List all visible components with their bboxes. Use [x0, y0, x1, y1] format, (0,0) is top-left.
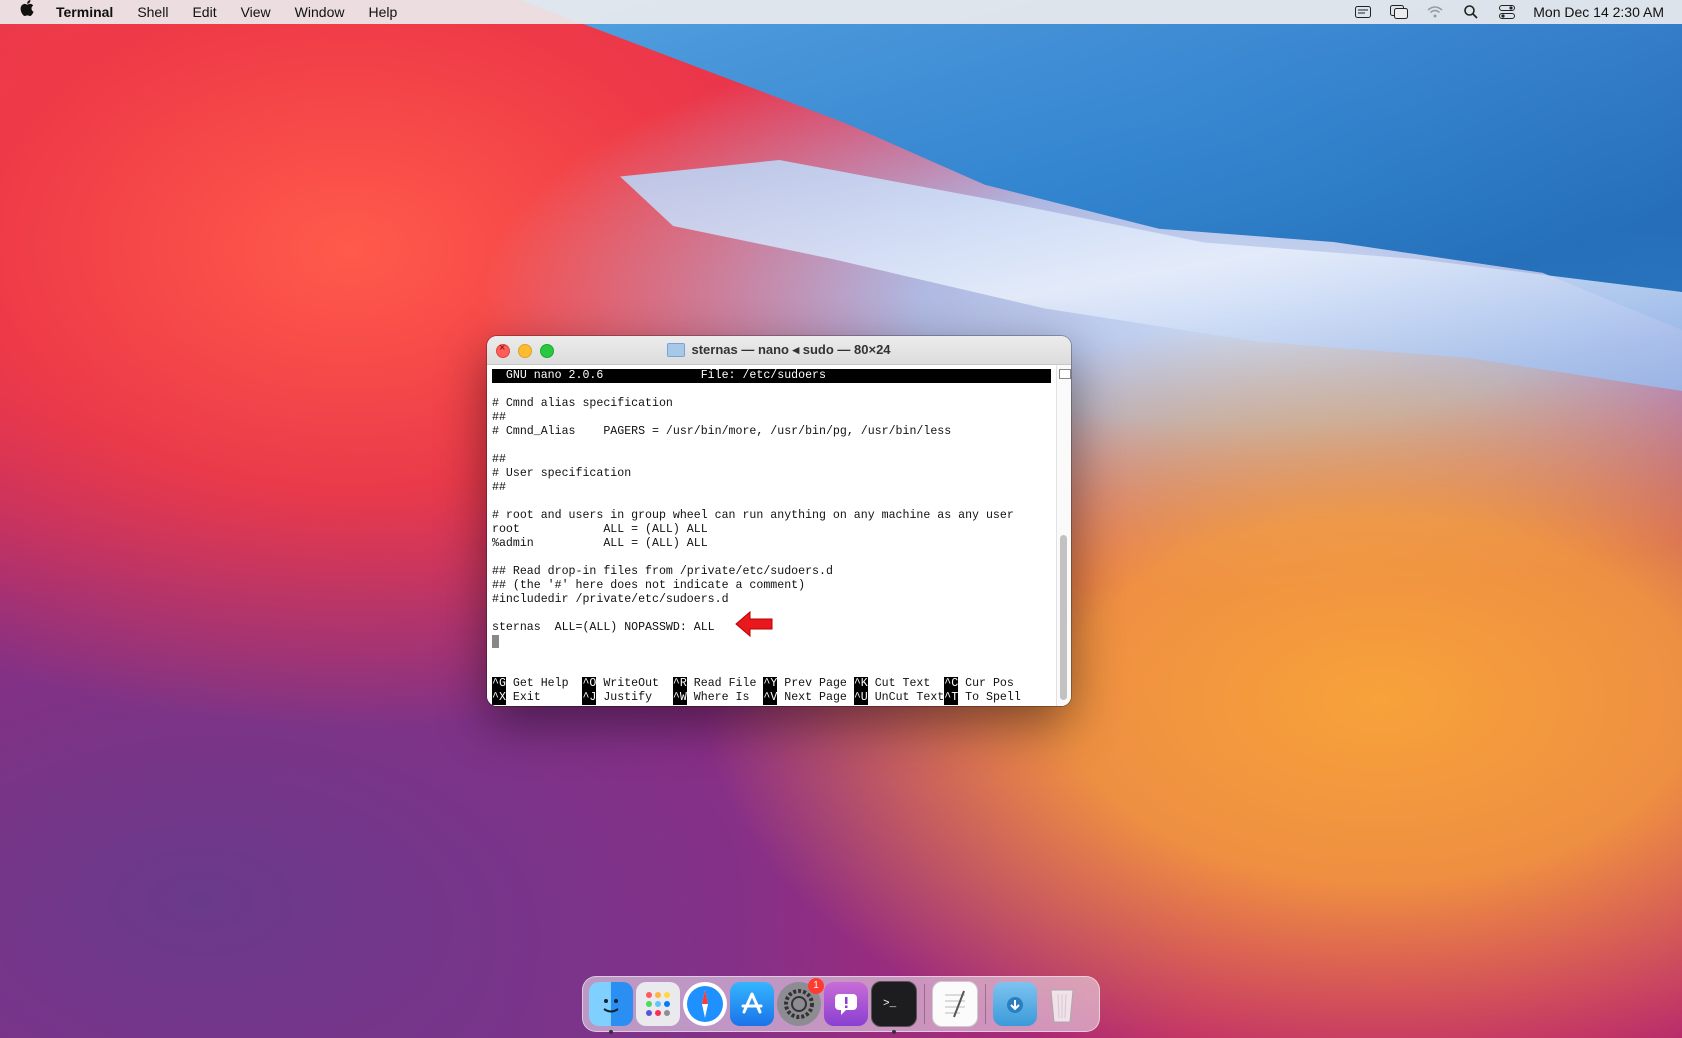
window-titlebar[interactable]: sternas — nano ◂ sudo — 80×24	[487, 336, 1071, 365]
screen-mirroring-icon[interactable]	[1381, 0, 1417, 24]
nano-header: GNU nano 2.0.6 File: /etc/sudoers	[492, 369, 1051, 383]
split-pane-button[interactable]	[1059, 369, 1071, 379]
window-title: sternas — nano ◂ sudo — 80×24	[691, 342, 891, 357]
apple-menu-icon[interactable]	[0, 0, 44, 24]
text-cursor	[492, 635, 499, 648]
shortcut-label: Where Is	[686, 691, 764, 704]
close-window-button[interactable]	[496, 342, 510, 358]
feedback-assistant-icon[interactable]	[824, 982, 868, 1026]
svg-text:>_: >_	[883, 998, 897, 1010]
shortcut-label: Prev Page	[777, 677, 854, 690]
dock-separator	[924, 984, 925, 1024]
editor-line: ##	[492, 453, 506, 466]
nano-shortcuts-row-1: ^G Get Help ^O WriteOut ^R Read File ^Y …	[492, 677, 1051, 691]
spotlight-search-icon[interactable]	[1453, 0, 1489, 24]
downloads-icon[interactable]	[993, 982, 1037, 1026]
editor-line: ##	[492, 481, 506, 494]
editor-line: # root and users in group wheel can run …	[492, 509, 1014, 522]
editor-line: ## (the '#' here does not indicate a com…	[492, 579, 806, 592]
notification-badge: 1	[808, 978, 824, 994]
dock: 1 >_	[582, 976, 1100, 1034]
shortcut-key: ^J	[582, 691, 597, 705]
folder-icon	[667, 343, 686, 357]
finder-icon[interactable]	[589, 982, 633, 1034]
terminal-content[interactable]: GNU nano 2.0.6 File: /etc/sudoers # Cmnd…	[487, 365, 1071, 706]
textedit-icon[interactable]	[932, 981, 978, 1027]
shortcut-label: Read File	[686, 677, 764, 690]
menu-clock[interactable]: Mon Dec 14 2:30 AM	[1525, 4, 1682, 20]
editor-line: # Cmnd_Alias PAGERS = /usr/bin/more, /us…	[492, 425, 952, 438]
system-preferences-icon[interactable]: 1	[777, 978, 824, 1026]
terminal-window: sternas — nano ◂ sudo — 80×24 GNU nano 2…	[487, 336, 1071, 706]
editor-line: ## Read drop-in files from /private/etc/…	[492, 565, 833, 578]
shortcut-key: ^T	[944, 691, 959, 705]
scrollbar-thumb[interactable]	[1060, 535, 1067, 700]
editor-line: # Cmnd alias specification	[492, 397, 673, 410]
app-store-icon[interactable]	[730, 982, 774, 1026]
menu-bar: Terminal Shell Edit View Window Help Mon…	[0, 0, 1682, 24]
shortcut-key: ^O	[582, 677, 597, 691]
launchpad-icon[interactable]	[636, 982, 680, 1026]
control-center-icon[interactable]	[1489, 0, 1525, 24]
shortcut-key: ^G	[492, 677, 506, 691]
safari-icon[interactable]	[683, 982, 727, 1026]
zoom-window-button[interactable]	[540, 344, 554, 358]
editor-line: root ALL = (ALL) ALL	[492, 523, 708, 536]
shortcut-label: Exit	[505, 691, 583, 704]
terminal-icon[interactable]: >_	[871, 981, 917, 1034]
menu-window[interactable]: Window	[283, 0, 357, 24]
shortcut-key: ^K	[853, 677, 868, 691]
shortcut-key: ^Y	[763, 677, 778, 691]
shortcut-label: Cut Text	[867, 677, 945, 690]
menu-help[interactable]: Help	[356, 0, 409, 24]
shortcut-label: Get Help	[505, 677, 583, 690]
shortcut-label: UnCut Text	[867, 691, 945, 704]
nano-shortcuts-row-2: ^X Exit ^J Justify ^W Where Is ^V Next P…	[492, 691, 1051, 705]
minimize-window-button[interactable]	[518, 344, 532, 358]
shortcut-label: WriteOut	[596, 677, 673, 690]
editor-line: # User specification	[492, 467, 632, 480]
shortcut-key: ^U	[853, 691, 868, 705]
menu-edit[interactable]: Edit	[180, 0, 228, 24]
editor-line: %admin ALL = (ALL) ALL	[492, 537, 708, 550]
shortcut-key: ^V	[763, 691, 778, 705]
shortcut-key: ^C	[944, 677, 959, 691]
editor-line: #includedir /private/etc/sudoers.d	[492, 593, 729, 606]
left-arrow-icon	[735, 610, 773, 638]
trash-icon[interactable]	[1040, 982, 1084, 1026]
input-menu-icon[interactable]	[1345, 0, 1381, 24]
shortcut-key: ^W	[672, 691, 687, 705]
shortcut-key: ^X	[492, 691, 506, 705]
wifi-icon[interactable]	[1417, 0, 1453, 24]
dock-separator	[985, 984, 986, 1024]
menu-app-name[interactable]: Terminal	[44, 0, 125, 24]
shortcut-label: To Spell	[958, 691, 1021, 704]
shortcut-label: Cur Pos	[958, 677, 1014, 690]
menu-shell[interactable]: Shell	[125, 0, 180, 24]
terminal-scrollbar[interactable]	[1056, 365, 1071, 706]
shortcut-label: Next Page	[777, 691, 854, 704]
menu-view[interactable]: View	[229, 0, 283, 24]
shortcut-key: ^R	[672, 677, 687, 691]
shortcut-label: Justify	[596, 691, 673, 704]
editor-line: ##	[492, 411, 506, 424]
